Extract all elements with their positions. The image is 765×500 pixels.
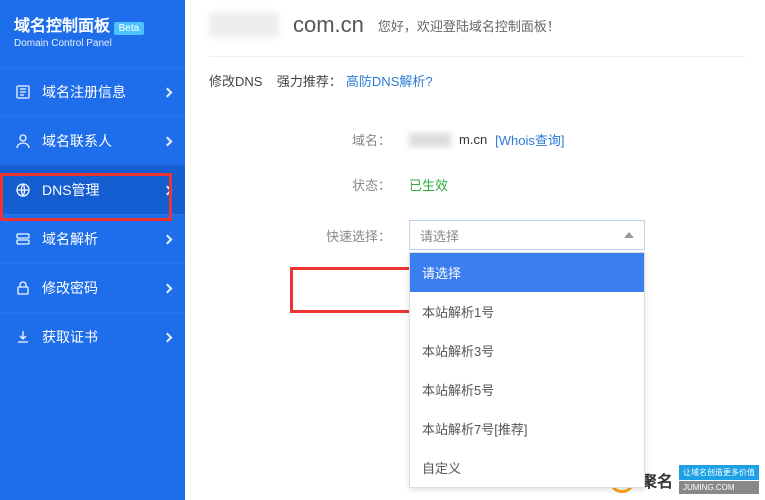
whois-link[interactable]: [Whois查询] — [495, 130, 564, 149]
beta-badge: Beta — [114, 22, 145, 35]
footer-tagline: 让域名创造更多价值 — [679, 465, 759, 480]
quick-select-value: 请选择 — [420, 226, 459, 245]
quick-select-dropdown: 请选择 本站解析1号 本站解析3号 本站解析5号 本站解析7号[推荐] 自定义 — [409, 252, 645, 488]
domain-label: 域名： — [209, 130, 409, 149]
sidebar-item-dns[interactable]: DNS管理 — [0, 165, 185, 214]
note-icon — [14, 83, 32, 101]
sidebar-item-resolve[interactable]: 域名解析 — [0, 214, 185, 263]
select-option[interactable]: 本站解析3号 — [410, 331, 644, 370]
quick-select: 请选择 请选择 本站解析1号 本站解析3号 本站解析5号 本站解析7号[推荐] … — [409, 220, 645, 250]
chevron-right-icon — [163, 234, 173, 244]
select-option[interactable]: 请选择 — [410, 253, 644, 292]
sidebar-item-label: 域名联系人 — [42, 131, 164, 151]
domain-value-suffix: m.cn — [459, 132, 487, 147]
brand-subtitle: Domain Control Panel — [14, 38, 144, 49]
footer-url: JUMING.COM — [679, 481, 759, 494]
chevron-right-icon — [163, 283, 173, 293]
sidebar-item-label: 域名解析 — [42, 229, 164, 249]
domain-name-blur — [209, 12, 279, 38]
domain-suffix: com.cn — [293, 12, 364, 38]
chevron-right-icon — [163, 185, 173, 195]
sidebar-item-label: 域名注册信息 — [42, 82, 164, 102]
status-value: 已生效 — [409, 175, 448, 194]
sidebar-item-domain-reg[interactable]: 域名注册信息 — [0, 67, 185, 116]
welcome-text: 您好，欢迎登陆域名控制面板！ — [378, 16, 560, 35]
sidebar: 域名控制面板 Beta Domain Control Panel 域名注册信息 … — [0, 0, 185, 500]
sidebar-item-label: 获取证书 — [42, 327, 164, 347]
download-icon — [14, 328, 32, 346]
sidebar-nav: 域名注册信息 域名联系人 DNS管理 域名解析 修改密码 — [0, 67, 185, 361]
user-icon — [14, 132, 32, 150]
select-option[interactable]: 本站解析1号 — [410, 292, 644, 331]
server-icon — [14, 230, 32, 248]
lock-icon — [14, 279, 32, 297]
chevron-right-icon — [163, 87, 173, 97]
brand-title: 域名控制面板 — [14, 18, 110, 35]
select-option[interactable]: 本站解析7号[推荐] — [410, 409, 644, 448]
page-header: com.cn 您好，欢迎登陆域名控制面板！ — [209, 12, 745, 38]
triangle-up-icon — [624, 232, 634, 238]
sidebar-item-contact[interactable]: 域名联系人 — [0, 116, 185, 165]
divider — [209, 56, 745, 57]
sidebar-item-label: DNS管理 — [42, 180, 164, 200]
sidebar-item-cert[interactable]: 获取证书 — [0, 312, 185, 361]
chevron-right-icon — [163, 332, 173, 342]
breadcrumb-current: 修改DNS — [209, 74, 262, 89]
quick-select-label: 快速选择： — [209, 226, 409, 245]
recommend-prefix: 强力推荐： — [277, 74, 342, 89]
main-content: com.cn 您好，欢迎登陆域名控制面板！ 修改DNS 强力推荐： 高防DNS解析… — [185, 0, 765, 500]
brand: 域名控制面板 Beta Domain Control Panel — [0, 6, 185, 67]
select-option[interactable]: 本站解析5号 — [410, 370, 644, 409]
chevron-right-icon — [163, 136, 173, 146]
quick-select-trigger[interactable]: 请选择 — [409, 220, 645, 250]
domain-value-blur — [409, 133, 451, 147]
sidebar-item-password[interactable]: 修改密码 — [0, 263, 185, 312]
status-label: 状态： — [209, 175, 409, 194]
footer-brand: 聚名 — [641, 468, 673, 492]
dns-form: 域名： m.cn [Whois查询] 状态： 已生效 快速选择： 请选择 — [209, 130, 745, 250]
select-option[interactable]: 自定义 — [410, 448, 644, 487]
breadcrumb: 修改DNS 强力推荐： 高防DNS解析? — [209, 71, 745, 90]
globe-icon — [14, 181, 32, 199]
sidebar-item-label: 修改密码 — [42, 278, 164, 298]
recommend-link[interactable]: 高防DNS解析? — [346, 74, 433, 89]
